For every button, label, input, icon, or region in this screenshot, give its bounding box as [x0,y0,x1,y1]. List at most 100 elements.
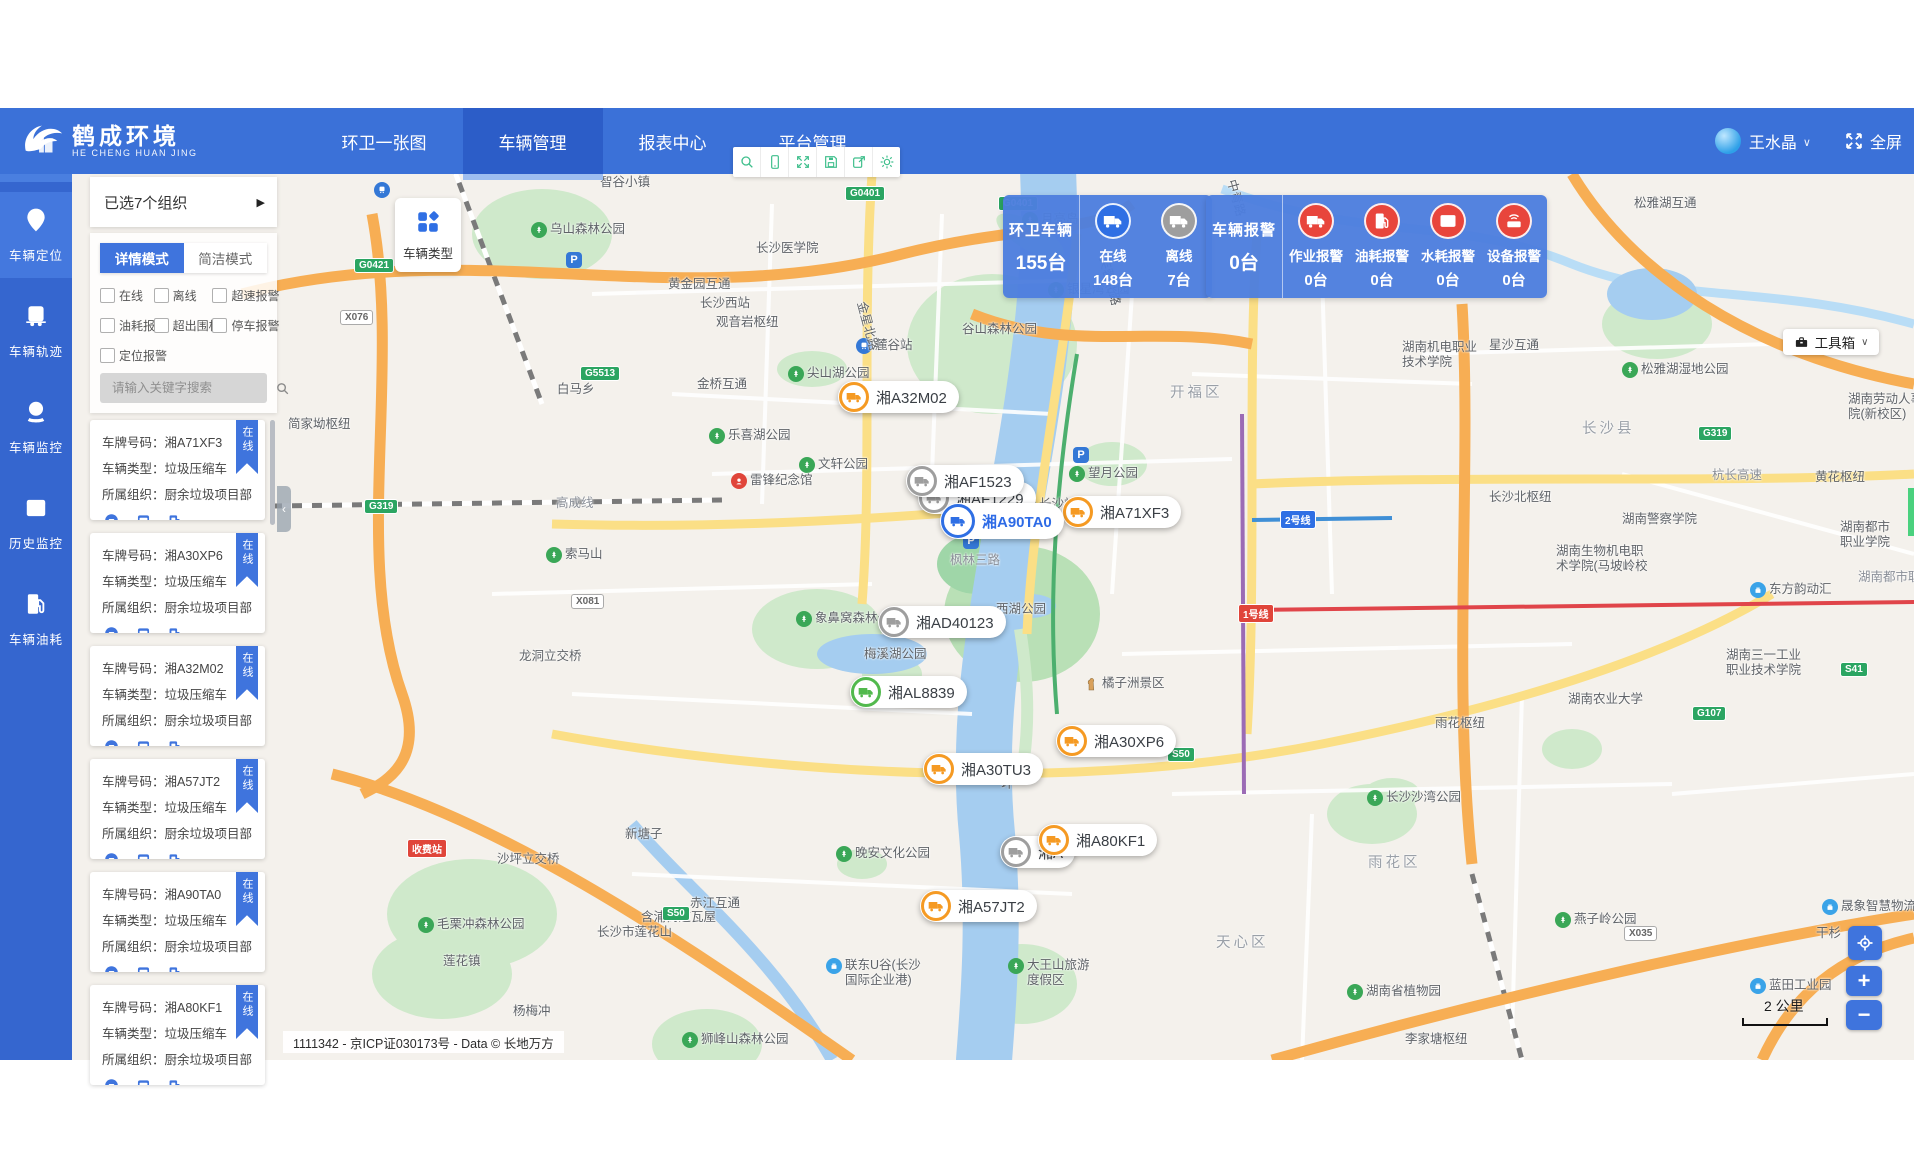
locate-vehicle-icon[interactable] [102,513,121,520]
filter-油耗报警[interactable]: 油耗报警 [100,317,154,334]
save-icon[interactable] [817,147,845,177]
checkbox[interactable] [100,318,115,333]
fuel-icon [23,591,49,622]
checkbox[interactable] [100,348,115,363]
locate-vehicle-icon[interactable] [102,852,121,859]
checkbox[interactable] [212,288,227,303]
zoom-in-button[interactable]: + [1846,966,1882,996]
track-vehicle-icon[interactable] [134,739,153,746]
map-vehicle-marker[interactable]: 湘A57JT2 [920,890,1037,922]
checkbox[interactable] [154,288,169,303]
fullscreen-label: 全屏 [1870,129,1902,153]
list-scrollbar[interactable] [270,420,275,525]
locate-button[interactable] [1848,926,1882,960]
app-header: 鹤成环境 HE CHENG HUAN JING 环卫一张图车辆管理报表中心平台管… [0,108,1914,174]
nav-tab[interactable]: 车辆管理 [463,108,603,174]
track-vehicle-icon[interactable] [134,965,153,972]
fuel-vehicle-icon[interactable] [166,739,185,746]
filter-checkbox-group: 在线离线超速报警油耗报警超出围栏停车报警定位报警 [100,287,273,364]
toolbox-button[interactable]: 工具箱 ∨ [1783,329,1879,355]
truck-icon [921,891,951,921]
mode-tab[interactable]: 简洁模式 [184,243,268,273]
truck-icon [1001,837,1031,867]
mobile-icon[interactable] [761,147,789,177]
map-vehicle-marker[interactable]: 湘A32M02 [838,381,959,413]
filter-超速报警[interactable]: 超速报警 [212,287,273,304]
sidebar-item-车辆轨迹[interactable]: 车辆轨迹 [0,288,72,374]
user-avatar[interactable] [1715,128,1741,154]
logo-title: 鹤成环境 [72,124,198,148]
checkbox[interactable] [212,318,227,333]
filter-在线[interactable]: 在线 [100,287,154,304]
vehicle-card[interactable]: 车牌号码：湘A90TA0 车辆类型：垃圾压缩车 所属组织：厨余垃圾项目部 在线 [90,872,265,972]
locate-vehicle-icon[interactable] [102,739,121,746]
sidebar-item-历史监控[interactable]: 历史监控 [0,480,72,566]
vehicle-card[interactable]: 车牌号码：湘A32M02 车辆类型：垃圾压缩车 所属组织：厨余垃圾项目部 在线 [90,646,265,746]
fuel-vehicle-icon[interactable] [166,1078,185,1085]
sidebar-item-车辆油耗[interactable]: 车辆油耗 [0,576,72,662]
expand-icon[interactable] [789,147,817,177]
vehicle-type-button[interactable]: 车辆类型 [395,198,461,272]
map-vehicle-marker[interactable]: 湘A90TA0 [940,503,1064,539]
track-vehicle-icon[interactable] [134,626,153,633]
map-vehicle-marker[interactable]: 湘A71XF3 [1062,496,1181,528]
vehicle-card[interactable]: 车牌号码：湘A71XF3 车辆类型：垃圾压缩车 所属组织：厨余垃圾项目部 在线 [90,420,265,520]
user-name[interactable]: 王水晶 [1749,129,1797,153]
map-vehicle-marker[interactable]: 湘A80KF1 [1038,824,1157,856]
pin-car-icon [23,207,49,238]
sidebar-item-车辆定位[interactable]: 车辆定位 [0,192,72,278]
filter-超出围栏[interactable]: 超出围栏 [154,317,213,334]
truck-alarm-icon [1298,203,1334,239]
alarm-stat-设备报警: 设备报警 0台 [1481,195,1547,298]
filter-离线[interactable]: 离线 [154,287,213,304]
map-vehicle-marker[interactable]: 湘AF1523 [906,465,1024,497]
fleet-stat-card: 环卫车辆 155台 在线 148台 离线 7台 [1003,195,1212,298]
nav-tab[interactable]: 报表中心 [603,108,743,174]
fullscreen-button[interactable]: 全屏 [1843,129,1902,153]
app-logo[interactable]: 鹤成环境 HE CHENG HUAN JING [18,118,198,164]
gear-icon[interactable] [873,147,900,177]
chevron-down-icon[interactable]: ∨ [1803,136,1811,149]
share-icon[interactable] [845,147,873,177]
vehicle-alarm-title: 车辆报警 [1212,219,1276,240]
org-expand-arrow-icon[interactable]: ▶ [257,196,265,209]
truck-icon [941,504,975,538]
locate-vehicle-icon[interactable] [102,626,121,633]
track-vehicle-icon[interactable] [134,513,153,520]
vehicle-type-icon [415,209,441,235]
zoom-out-button[interactable]: − [1846,1000,1882,1030]
vehicle-card[interactable]: 车牌号码：湘A80KF1 车辆类型：垃圾压缩车 所属组织：厨余垃圾项目部 在线 [90,985,265,1085]
map-vehicle-marker[interactable]: 湘A30XP6 [1056,725,1176,757]
logo-swoosh-icon [18,118,64,164]
locate-vehicle-icon[interactable] [102,965,121,972]
map-vehicle-marker[interactable]: 湘A30TU3 [923,753,1043,785]
checkbox[interactable] [100,288,115,303]
checkbox[interactable] [154,318,169,333]
locate-vehicle-icon[interactable] [102,1078,121,1085]
page-scrollbar[interactable] [1908,488,1914,536]
org-selector[interactable]: 已选7个组织 ▶ [90,177,277,227]
vehicle-card[interactable]: 车牌号码：湘A57JT2 车辆类型：垃圾压缩车 所属组织：厨余垃圾项目部 在线 [90,759,265,859]
search-input[interactable] [110,380,275,396]
truck-icon [924,754,954,784]
mode-tab[interactable]: 详情模式 [100,243,184,273]
fuel-vehicle-icon[interactable] [166,852,185,859]
fuel-vehicle-icon[interactable] [166,626,185,633]
scale-bar [1742,1018,1828,1026]
nav-tab[interactable]: 环卫一张图 [306,108,463,174]
map-vehicle-marker[interactable]: 湘AL8839 [850,676,967,708]
fuel-vehicle-icon[interactable] [166,513,185,520]
filter-停车报警[interactable]: 停车报警 [212,317,273,334]
sidebar-item-车辆监控[interactable]: 车辆监控 [0,384,72,470]
track-vehicle-icon[interactable] [134,852,153,859]
vehicle-card[interactable]: 车牌号码：湘A30XP6 车辆类型：垃圾压缩车 所属组织：厨余垃圾项目部 在线 [90,533,265,633]
magnifier-icon[interactable] [733,147,761,177]
map-vehicle-marker[interactable]: 湘AD40123 [878,606,1006,638]
filter-定位报警[interactable]: 定位报警 [100,347,154,364]
fuel-vehicle-icon[interactable] [166,965,185,972]
online-stat: 在线 148台 [1080,195,1146,298]
chevron-down-icon: ∨ [1861,337,1868,348]
track-vehicle-icon[interactable] [134,1078,153,1085]
panel-collapse-handle[interactable]: ‹ [277,486,291,532]
search-icon[interactable] [275,381,290,396]
